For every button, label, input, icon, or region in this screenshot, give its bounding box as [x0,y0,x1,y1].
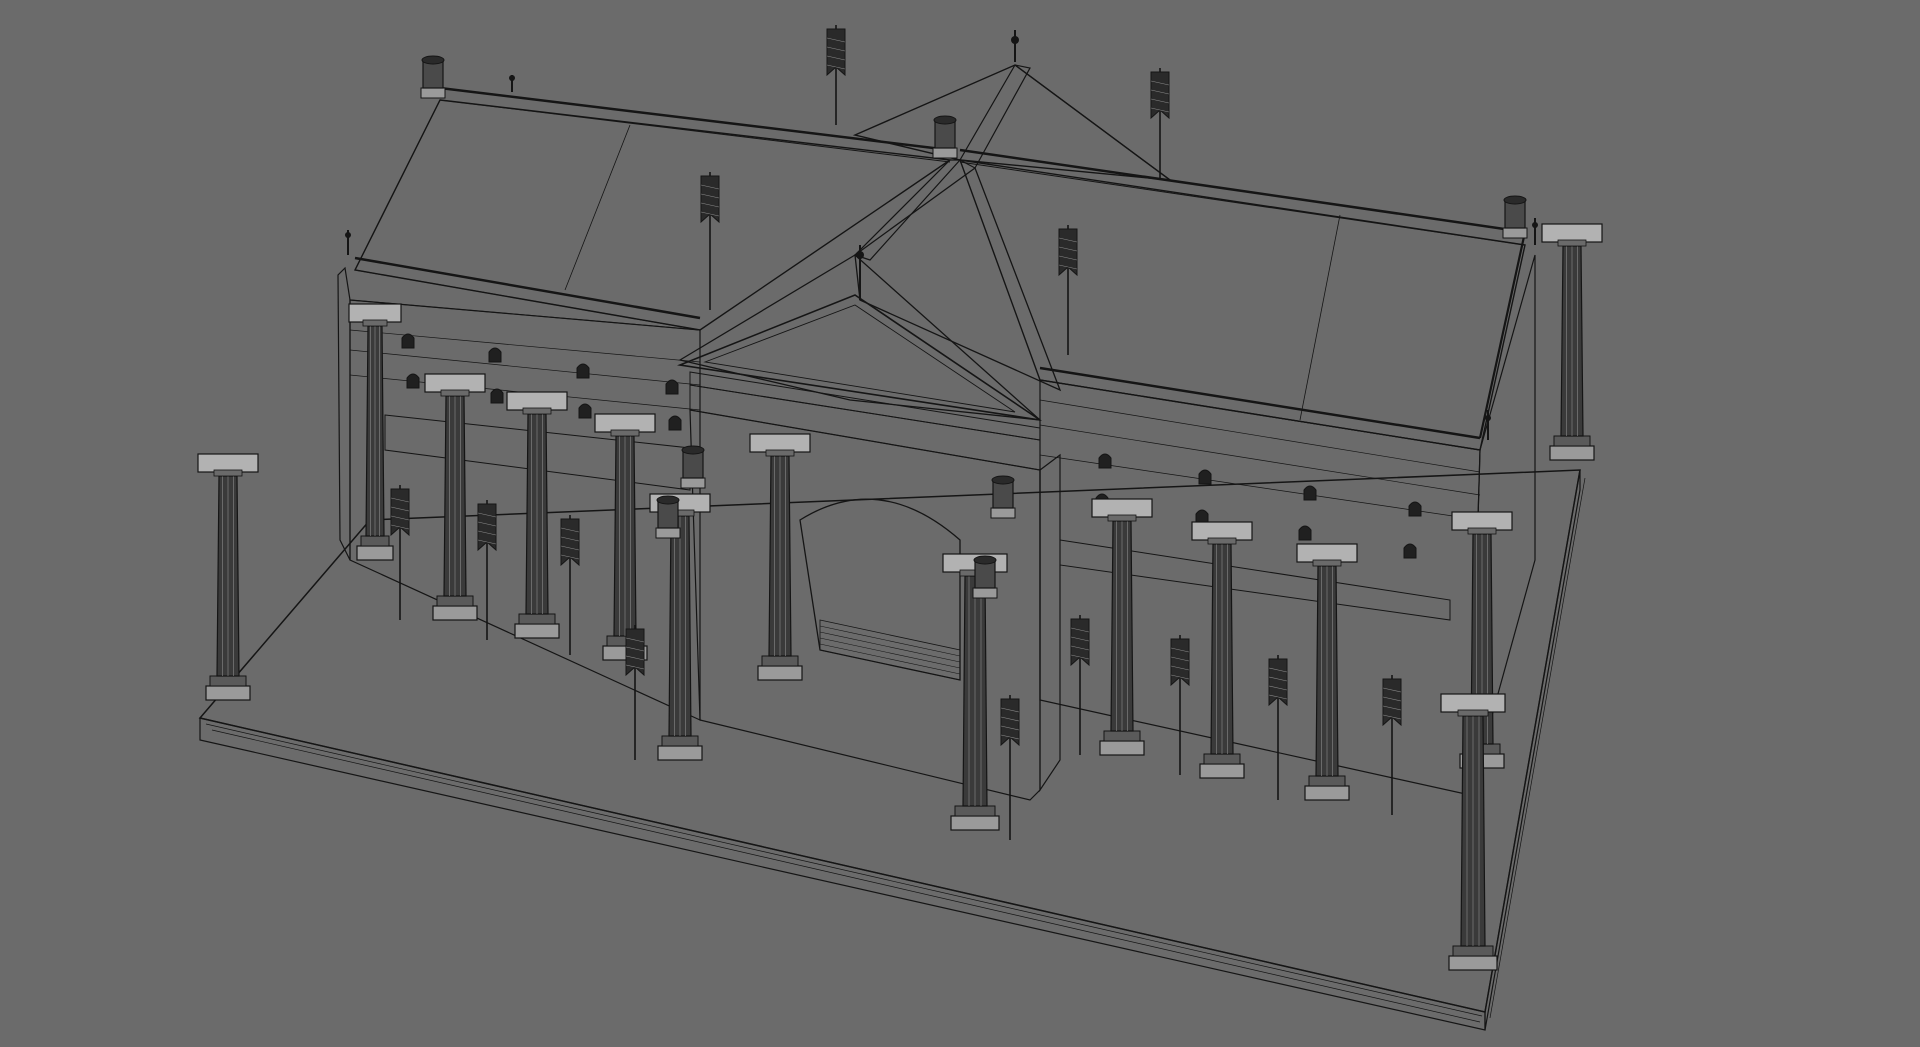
entry-stairs [819,619,961,681]
column [749,433,811,681]
banner-flag-icon [477,500,497,640]
arched-window [1198,469,1212,485]
banner-flag-icon [826,25,846,125]
arched-window [668,415,682,431]
arched-window [1403,543,1417,559]
torch-braziers [420,55,1528,599]
banner-flag-icon [1268,655,1288,800]
banner-flag-icon [1058,225,1078,355]
column [1440,693,1506,971]
plaza-base [198,469,1586,1031]
arched-window [578,403,592,419]
brazier [655,495,681,539]
column [1091,498,1153,756]
3d-viewport[interactable] [0,0,1920,1047]
arched-window [490,388,504,404]
arched-window [1298,525,1312,541]
column [197,453,259,701]
brazier [972,555,998,599]
banner-flag-icon [1150,68,1170,180]
banner-flag-icon [1382,675,1402,815]
brazier [420,55,446,99]
arched-window [488,347,502,363]
column [594,413,656,661]
brazier [932,115,958,159]
finial-icon [509,75,515,92]
building-model-render [197,25,1603,1031]
roof-finials [345,30,1538,440]
finial-icon [1532,218,1538,245]
arched-window [665,379,679,395]
arched-window [1303,485,1317,501]
banner-flag-icon [560,515,580,655]
windows [401,333,1422,559]
brazier [1502,195,1528,239]
finial-icon [1011,30,1019,62]
banner-flag-icon [1000,695,1020,840]
arched-window [576,363,590,379]
arched-window [406,373,420,389]
brazier [990,475,1016,519]
banner-flag-icon [625,625,645,760]
banner-flag-icon [700,172,720,310]
main-building [337,64,1536,801]
banner-flag-icon [390,485,410,620]
arched-window [401,333,415,349]
arched-window [1098,453,1112,469]
banner-flag-icon [1170,635,1190,775]
column [1191,521,1253,779]
finial-icon [345,230,351,255]
banner-flag-icon [1070,615,1090,755]
column [1296,543,1358,801]
column [424,373,486,621]
brazier [680,445,706,489]
column [1541,223,1603,461]
arched-window [1408,501,1422,517]
